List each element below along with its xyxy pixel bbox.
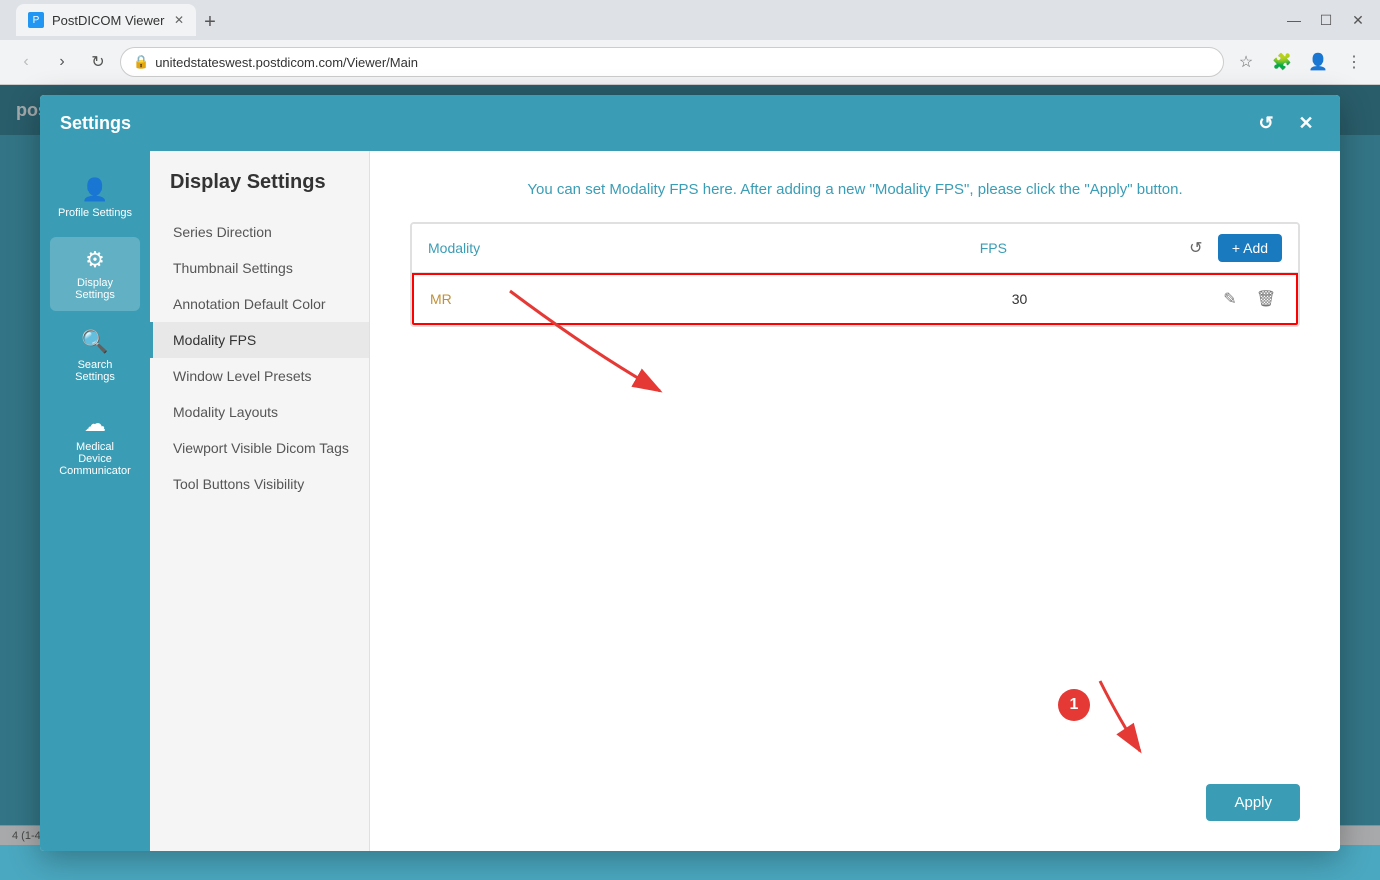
fps-row-modality: MR (430, 291, 823, 307)
minimize-button[interactable]: — (1280, 6, 1308, 34)
fps-table: Modality FPS ↺ + Add MR 30 (410, 222, 1300, 327)
sub-nav-window-level-presets[interactable]: Window Level Presets (150, 358, 369, 394)
window-close-button[interactable]: ✕ (1344, 6, 1372, 34)
back-button[interactable]: ‹ (12, 48, 40, 76)
settings-reset-icon[interactable]: ↺ (1252, 109, 1280, 137)
settings-modal-overlay: Settings ↺ ✕ 👤 Profile Settings ⚙ Dis (0, 85, 1380, 845)
profile-settings-icon: 👤 (81, 177, 108, 203)
settings-body: 👤 Profile Settings ⚙ Display Settings 🔍 … (40, 151, 1340, 851)
fps-table-header: Modality FPS ↺ + Add (412, 224, 1298, 273)
fps-row-fps: 30 (823, 291, 1216, 307)
fps-row-edit-button[interactable]: ✎ (1216, 285, 1244, 313)
tab-close-icon[interactable]: ✕ (174, 13, 184, 27)
app-wrapper: postDICOM Settings ↺ ✕ 👤 Profile Setting… (0, 85, 1380, 845)
col-fps-header: FPS (805, 240, 1182, 256)
extensions-icon[interactable]: 🧩 (1268, 48, 1296, 76)
fps-table-reset-icon[interactable]: ↺ (1182, 234, 1210, 262)
sidebar-item-search-label: Search Settings (58, 359, 132, 383)
display-settings-icon: ⚙ (85, 247, 105, 273)
menu-icon[interactable]: ⋮ (1340, 48, 1368, 76)
browser-chrome: P PostDICOM Viewer ✕ + — ☐ ✕ ‹ › ↻ 🔒 uni… (0, 0, 1380, 85)
active-tab[interactable]: P PostDICOM Viewer ✕ (16, 4, 196, 36)
reload-button[interactable]: ↻ (84, 48, 112, 76)
settings-header-icons: ↺ ✕ (1252, 109, 1320, 137)
bookmark-icon[interactable]: ☆ (1232, 48, 1260, 76)
tab-title: PostDICOM Viewer (52, 13, 164, 28)
sub-nav-title: Display Settings (150, 171, 369, 214)
new-tab-button[interactable]: + (196, 8, 224, 36)
apply-button[interactable]: Apply (1206, 784, 1300, 821)
sidebar-item-profile-label: Profile Settings (58, 207, 132, 219)
fps-add-button[interactable]: + Add (1218, 234, 1282, 262)
profile-icon[interactable]: 👤 (1304, 48, 1332, 76)
address-bar[interactable]: 🔒 unitedstateswest.postdicom.com/Viewer/… (120, 47, 1224, 77)
fps-row-actions: ✎ 🗑 (1216, 285, 1280, 313)
sidebar-item-profile[interactable]: 👤 Profile Settings (50, 167, 140, 229)
sub-nav-viewport-visible-dicom-tags[interactable]: Viewport Visible Dicom Tags (150, 430, 369, 466)
step-badge-1: 1 (1058, 689, 1090, 721)
sidebar-item-display-label: Display Settings (58, 277, 132, 301)
settings-header: Settings ↺ ✕ (40, 95, 1340, 151)
address-text: unitedstateswest.postdicom.com/Viewer/Ma… (155, 55, 418, 70)
main-panel: You can set Modality FPS here. After add… (370, 151, 1340, 851)
annotation-arrow-2 (1040, 661, 1240, 791)
sidebar-item-search[interactable]: 🔍 Search Settings (50, 319, 140, 393)
sub-nav-tool-buttons-visibility[interactable]: Tool Buttons Visibility (150, 466, 369, 502)
sidebar-item-display[interactable]: ⚙ Display Settings (50, 237, 140, 311)
info-text: You can set Modality FPS here. After add… (410, 181, 1300, 198)
sub-nav-modality-fps[interactable]: Modality FPS (150, 322, 369, 358)
settings-title: Settings (60, 113, 131, 134)
fps-row-delete-button[interactable]: 🗑 (1252, 285, 1280, 313)
search-settings-icon: 🔍 (81, 329, 108, 355)
tab-favicon: P (28, 12, 44, 28)
sub-nav-modality-layouts[interactable]: Modality Layouts (150, 394, 369, 430)
col-modality-header: Modality (428, 240, 805, 256)
sub-nav-annotation-default-color[interactable]: Annotation Default Color (150, 286, 369, 322)
forward-button[interactable]: › (48, 48, 76, 76)
settings-window: Settings ↺ ✕ 👤 Profile Settings ⚙ Dis (40, 95, 1340, 851)
sub-nav-thumbnail-settings[interactable]: Thumbnail Settings (150, 250, 369, 286)
settings-close-icon[interactable]: ✕ (1292, 109, 1320, 137)
medical-device-icon: ☁ (84, 411, 106, 437)
fps-table-row: MR 30 ✎ 🗑 (412, 273, 1298, 325)
sidebar-item-medical-label: Medical Device Communicator (58, 441, 132, 477)
settings-content: Display Settings Series Direction Thumbn… (150, 151, 1340, 851)
address-bar-row: ‹ › ↻ 🔒 unitedstateswest.postdicom.com/V… (0, 40, 1380, 84)
sidebar-item-medical[interactable]: ☁ Medical Device Communicator (50, 401, 140, 487)
title-bar: P PostDICOM Viewer ✕ + — ☐ ✕ (0, 0, 1380, 40)
sub-nav-series-direction[interactable]: Series Direction (150, 214, 369, 250)
browser-toolbar-icons: ☆ 🧩 👤 ⋮ (1232, 48, 1368, 76)
sub-nav: Display Settings Series Direction Thumbn… (150, 151, 370, 851)
maximize-button[interactable]: ☐ (1312, 6, 1340, 34)
fps-header-actions: ↺ + Add (1182, 234, 1282, 262)
settings-sidebar: 👤 Profile Settings ⚙ Display Settings 🔍 … (40, 151, 150, 851)
